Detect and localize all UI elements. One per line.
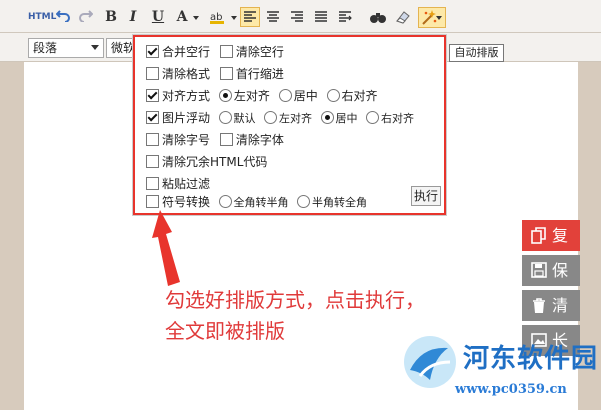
align-mode-checkbox[interactable]	[146, 89, 159, 102]
half-to-full-label: 半角转全角	[312, 196, 368, 209]
symbol-convert-label: 符号转换	[162, 195, 211, 209]
align-justify-icon[interactable]	[312, 8, 330, 29]
clear-fontsize-label: 清除字号	[162, 133, 211, 147]
auto-format-tooltip: 自动排版	[449, 44, 504, 62]
paragraph-style-value: 段落	[33, 41, 58, 55]
chevron-down-icon	[436, 16, 442, 20]
underline-button[interactable]: U	[151, 8, 165, 26]
half-to-full-radio[interactable]	[297, 195, 311, 208]
chevron-down-icon	[91, 45, 99, 50]
image-float-label: 图片浮动	[162, 111, 211, 125]
watermark-logo-icon	[404, 336, 456, 388]
clear-html-checkbox[interactable]	[146, 155, 159, 168]
auto-format-button[interactable]	[418, 7, 446, 28]
clear-format-label: 清除格式	[162, 67, 211, 81]
panel-row-paste: 粘贴过滤	[146, 176, 212, 192]
line-height-icon[interactable]	[336, 8, 354, 29]
image-float-checkbox[interactable]	[146, 111, 159, 124]
align-center-icon[interactable]	[264, 8, 282, 29]
symbol-convert-checkbox[interactable]	[146, 195, 159, 208]
italic-button[interactable]: I	[127, 8, 139, 26]
clear-button[interactable]: 清空	[522, 290, 580, 346]
save-button[interactable]: 保存	[522, 255, 580, 311]
first-indent-checkbox[interactable]	[219, 67, 233, 80]
undo-icon[interactable]	[55, 8, 71, 26]
align-center-label: 居中	[293, 89, 318, 103]
execute-button[interactable]: 执行	[411, 186, 441, 206]
clear-blank-label: 清除空行	[235, 45, 284, 59]
annotation-line-1: 勾选好排版方式，点击执行，	[165, 288, 425, 312]
first-indent-label: 首行缩进	[235, 67, 284, 81]
merge-blank-checkbox[interactable]	[146, 45, 159, 58]
full-to-half-radio[interactable]	[218, 195, 232, 208]
panel-row-blank: 合并空行 清除空行	[146, 44, 286, 60]
align-left-radio[interactable]	[218, 89, 232, 102]
font-color-button[interactable]: A	[175, 8, 189, 26]
float-default-label: 默认	[233, 112, 256, 125]
align-left-icon[interactable]	[240, 7, 260, 27]
redo-icon[interactable]	[78, 8, 94, 26]
float-left-label: 左对齐	[279, 112, 313, 125]
float-right-radio[interactable]	[366, 111, 380, 124]
eraser-icon[interactable]	[394, 9, 412, 28]
chevron-down-icon[interactable]	[193, 16, 199, 20]
auto-format-panel: 合并空行 清除空行 清除格式 首行缩进 对齐方式 左对齐 居中 右对齐 图片浮动…	[133, 35, 446, 215]
align-right-label: 右对齐	[341, 89, 378, 103]
panel-row-float: 图片浮动 默认 左对齐 居中 右对齐	[146, 110, 416, 126]
float-left-radio[interactable]	[264, 111, 278, 124]
html-source-button[interactable]: HTML	[28, 8, 56, 26]
clear-blank-checkbox[interactable]	[219, 45, 233, 58]
highlight-color-icon[interactable]: ab	[210, 9, 228, 28]
full-to-half-label: 全角转半角	[233, 196, 289, 209]
align-right-icon[interactable]	[288, 8, 306, 29]
paste-filter-label: 粘贴过滤	[162, 177, 211, 191]
font-family-value: 微软	[111, 41, 136, 55]
panel-row-html: 清除冗余HTML代码	[146, 154, 269, 170]
clear-format-checkbox[interactable]	[146, 67, 159, 80]
clear-fontface-checkbox[interactable]	[219, 133, 233, 146]
annotation-arrow-icon	[152, 210, 180, 286]
align-left-label: 左对齐	[233, 89, 270, 103]
save-icon	[531, 262, 547, 278]
merge-blank-label: 合并空行	[162, 45, 211, 59]
paragraph-style-select[interactable]: 段落	[28, 38, 104, 58]
trash-icon	[533, 298, 545, 313]
align-mode-label: 对齐方式	[162, 89, 211, 103]
copy-icon	[531, 227, 546, 244]
watermark: 河东软件园 www.pc0359.cn	[400, 330, 600, 410]
watermark-url: www.pc0359.cn	[455, 382, 567, 397]
bold-button[interactable]: B	[104, 8, 118, 26]
align-right-radio[interactable]	[326, 89, 340, 102]
panel-row-align: 对齐方式 左对齐 居中 右对齐	[146, 88, 380, 104]
panel-row-font: 清除字号 清除字体	[146, 132, 286, 148]
float-center-radio[interactable]	[320, 111, 334, 124]
clear-html-label: 清除冗余HTML代码	[162, 155, 268, 169]
watermark-name: 河东软件园	[463, 344, 599, 374]
chevron-down-icon[interactable]	[231, 16, 237, 20]
float-right-label: 右对齐	[381, 112, 415, 125]
copy-button[interactable]: 复制	[522, 220, 580, 276]
find-replace-icon[interactable]	[369, 9, 387, 28]
panel-row-format: 清除格式 首行缩进	[146, 66, 286, 82]
align-center-radio[interactable]	[278, 89, 292, 102]
annotation-line-2: 全文即被排版	[165, 319, 285, 343]
clear-fontface-label: 清除字体	[235, 133, 284, 147]
clear-fontsize-checkbox[interactable]	[146, 133, 159, 146]
panel-row-symbol: 符号转换 全角转半角 半角转全角	[146, 194, 369, 210]
toolbar: HTML B I U A ab	[0, 0, 601, 33]
float-default-radio[interactable]	[218, 111, 232, 124]
float-center-label: 居中	[335, 112, 358, 125]
paste-filter-checkbox[interactable]	[146, 177, 159, 190]
